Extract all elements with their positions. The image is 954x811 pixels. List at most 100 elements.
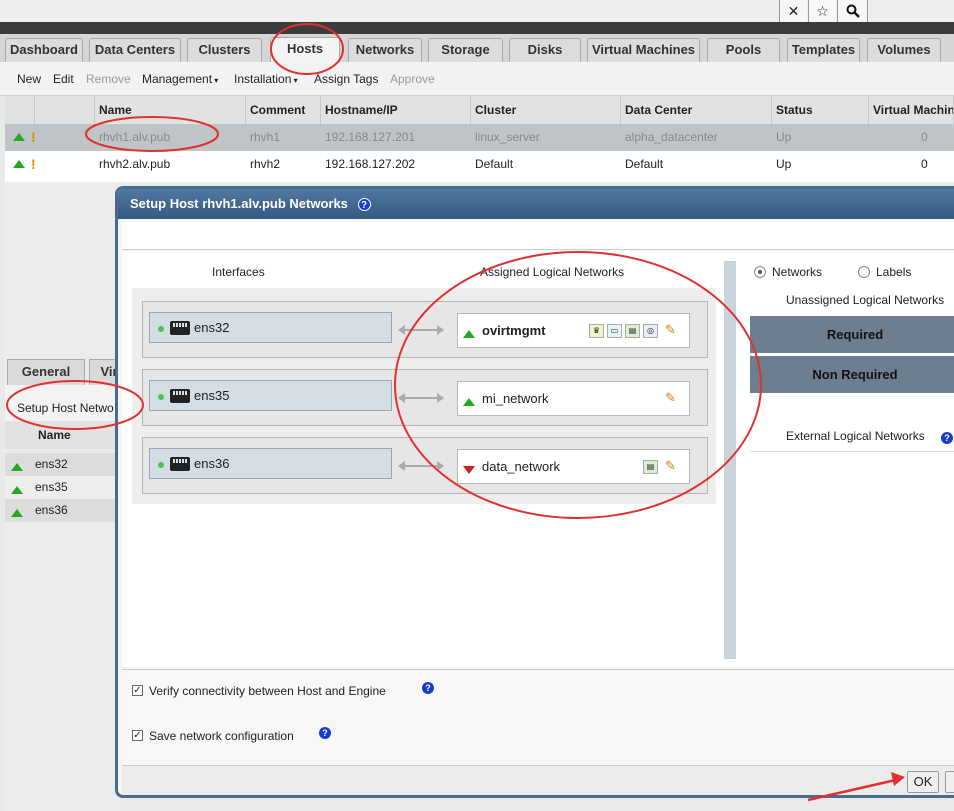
host-status: Up	[776, 157, 792, 171]
browser-top-bar: ✕ ☆	[0, 0, 954, 22]
close-icon[interactable]: ✕	[779, 0, 807, 22]
header-data-center[interactable]: Data Center	[621, 96, 772, 124]
double-arrow-icon	[398, 461, 444, 471]
tab-templates[interactable]: Templates	[787, 38, 860, 62]
host-status: Up	[776, 130, 792, 144]
vm-icon: ▤	[625, 324, 640, 338]
interface-ens35[interactable]: ens35	[149, 380, 392, 411]
header-strip	[0, 22, 954, 34]
detail-toolbar: Setup Host Netwo	[5, 385, 120, 421]
radio-labels[interactable]	[858, 266, 870, 278]
cancel-button[interactable]: C	[945, 771, 954, 793]
status-up-icon	[11, 483, 23, 497]
tab-dashboard[interactable]: Dashboard	[5, 38, 83, 62]
assign-tags-button[interactable]: Assign Tags	[314, 72, 378, 86]
header-name[interactable]: Name	[95, 96, 246, 124]
approve-button[interactable]: Approve	[390, 72, 435, 86]
section-divider	[750, 451, 954, 452]
hosts-grid: Name Comment Hostname/IP Cluster Data Ce…	[5, 96, 954, 182]
host-data-center: alpha_datacenter	[625, 130, 718, 144]
network-mi-network[interactable]: mi_network ✎	[457, 381, 690, 416]
tab-disks[interactable]: Disks	[509, 38, 581, 62]
management-label: Management	[142, 72, 213, 86]
tab-virtual-machines[interactable]: Virtual Machines	[587, 38, 700, 62]
header-virtual-machines[interactable]: Virtual Machin	[869, 96, 954, 124]
tab-volumes[interactable]: Volumes	[867, 38, 941, 62]
network-name: ovirtmgmt	[482, 323, 546, 338]
edit-button[interactable]: Edit	[53, 72, 74, 86]
status-down-icon	[463, 463, 475, 477]
star-icon[interactable]: ☆	[808, 0, 836, 22]
main-tabs: Dashboard Data Centers Clusters Hosts Ne…	[0, 34, 954, 63]
status-up-icon	[9, 151, 25, 178]
tab-networks[interactable]: Networks	[348, 38, 422, 62]
search-icon[interactable]	[837, 0, 868, 22]
table-row[interactable]: ! rhvh1.alv.pub rhvh1 192.168.127.201 li…	[5, 124, 954, 151]
edit-pencil-icon[interactable]: ✎	[665, 390, 679, 406]
action-toolbar: New Edit Remove Management ▾ Installatio…	[0, 62, 954, 96]
help-icon[interactable]: ?	[422, 682, 434, 694]
link-status-icon	[158, 326, 164, 332]
subtab-general[interactable]: General	[7, 359, 85, 385]
warning-icon: !	[31, 129, 36, 145]
ok-button[interactable]: OK	[907, 771, 939, 793]
save-network-config-checkbox[interactable]: ✓	[132, 730, 143, 741]
header-cluster[interactable]: Cluster	[471, 96, 621, 124]
interface-row-ens32: ens32 ovirtmgmt ♛ ▭ ▤ ◎ ✎	[142, 301, 708, 358]
radio-labels-label: Labels	[876, 265, 912, 279]
detail-pane: General Vir Setup Host Netwo Name ens32 …	[5, 355, 129, 811]
header-status[interactable]: Status	[772, 96, 869, 124]
pane-divider[interactable]	[724, 261, 736, 659]
status-up-icon	[11, 506, 23, 520]
list-item[interactable]: ens32	[5, 453, 120, 476]
tab-pools[interactable]: Pools	[707, 38, 780, 62]
edit-pencil-icon[interactable]: ✎	[665, 322, 679, 338]
edit-pencil-icon[interactable]: ✎	[665, 458, 679, 474]
assigned-networks-heading: Assigned Logical Networks	[480, 265, 625, 279]
nic-name: ens35	[35, 480, 68, 494]
installation-menu[interactable]: Installation ▾	[234, 72, 298, 86]
tab-clusters[interactable]: Clusters	[187, 38, 262, 62]
migration-icon: ◎	[643, 324, 658, 338]
management-menu[interactable]: Management ▾	[142, 72, 218, 86]
nic-icon	[170, 389, 190, 403]
remove-button[interactable]: Remove	[86, 72, 131, 86]
installation-label: Installation	[234, 72, 292, 86]
interface-ens32[interactable]: ens32	[149, 312, 392, 343]
radio-networks[interactable]	[754, 266, 766, 278]
double-arrow-icon	[398, 325, 444, 335]
interface-name: ens35	[194, 388, 230, 403]
display-icon: ▭	[607, 324, 622, 338]
header-comment[interactable]: Comment	[246, 96, 321, 124]
header-name[interactable]: Name	[5, 421, 120, 449]
tab-storage[interactable]: Storage	[428, 38, 503, 62]
non-required-section[interactable]: Non Required	[750, 356, 954, 393]
tab-data-centers[interactable]: Data Centers	[89, 38, 181, 62]
tab-hosts[interactable]: Hosts	[270, 37, 340, 63]
network-data-network[interactable]: data_network ▤ ✎	[457, 449, 690, 484]
help-icon[interactable]: ?	[319, 727, 331, 739]
dialog-title-bar: Setup Host rhvh1.alv.pub Networks ?	[118, 189, 954, 219]
header-hostname[interactable]: Hostname/IP	[321, 96, 471, 124]
nic-name: ens32	[35, 457, 68, 471]
verify-connectivity-checkbox[interactable]: ✓	[132, 685, 143, 696]
setup-host-networks-button[interactable]: Setup Host Netwo	[17, 401, 114, 415]
warning-icon: !	[31, 156, 36, 172]
table-row[interactable]: ! rhvh2.alv.pub rhvh2 192.168.127.202 De…	[5, 151, 954, 178]
list-item[interactable]: ens35	[5, 476, 120, 499]
network-ovirtmgmt[interactable]: ovirtmgmt ♛ ▭ ▤ ◎ ✎	[457, 313, 690, 348]
external-networks-heading: External Logical Networks	[786, 429, 925, 443]
help-icon[interactable]: ?	[357, 198, 371, 212]
required-section[interactable]: Required	[750, 316, 954, 353]
help-icon[interactable]: ?	[941, 432, 953, 444]
new-button[interactable]: New	[17, 72, 41, 86]
interface-row-ens35: ens35 mi_network ✎	[142, 369, 708, 426]
header-blank-col	[35, 96, 95, 124]
dialog-footer	[122, 765, 954, 795]
list-item[interactable]: ens36	[5, 499, 120, 522]
status-up-icon	[463, 395, 475, 409]
interface-name: ens36	[194, 456, 230, 471]
status-up-icon	[11, 460, 23, 474]
interface-row-ens36: ens36 data_network ▤ ✎	[142, 437, 708, 494]
interface-ens36[interactable]: ens36	[149, 448, 392, 479]
